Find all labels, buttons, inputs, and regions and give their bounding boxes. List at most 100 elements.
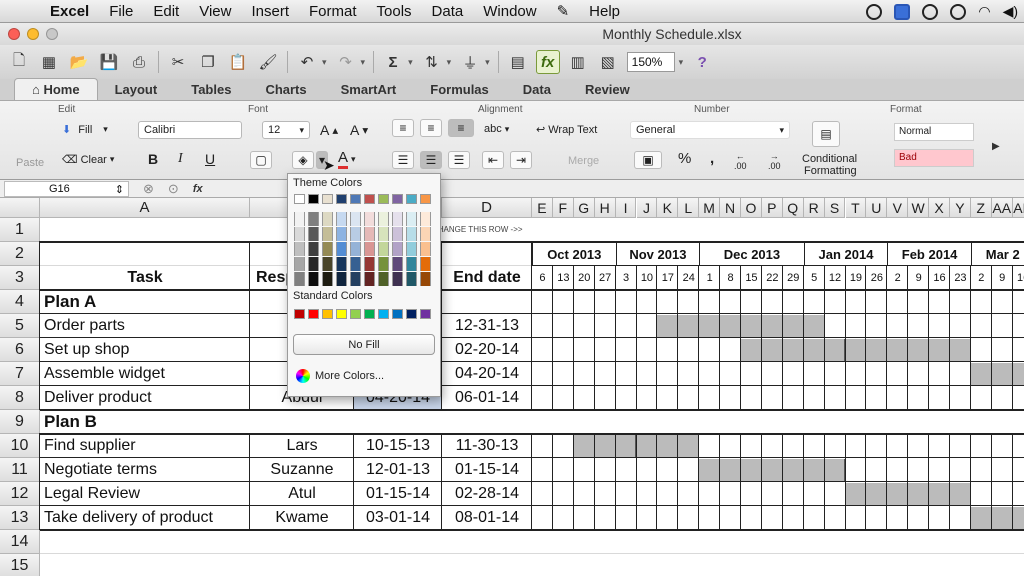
column-header[interactable]: X [929,198,950,218]
theme-shade-swatch[interactable] [420,242,431,256]
column-header[interactable]: W [908,198,930,218]
row-header[interactable]: 6 [0,338,40,362]
undo-dropdown-icon[interactable]: ▾ [322,57,327,68]
column-header[interactable]: K [657,198,679,218]
column-header[interactable]: V [887,198,909,218]
column-header[interactable]: S [824,198,846,218]
name-box[interactable]: G16 ⇕ [4,180,129,197]
row-header[interactable]: 7 [0,362,40,386]
menu-data[interactable]: Data [422,3,474,20]
align-left-icon[interactable]: ☰ [392,151,414,169]
cancel-formula-icon[interactable]: ⊗ [143,181,154,197]
theme-shade-swatch[interactable] [378,212,389,226]
time-machine-icon[interactable] [922,3,939,20]
italic-button[interactable]: I [178,151,183,167]
menu-view[interactable]: View [189,3,241,20]
print-icon[interactable]: ⎙ [127,50,151,74]
decrease-decimal-button[interactable]: → .00 [768,151,781,171]
align-right-icon[interactable]: ☰ [448,151,470,169]
standard-color-swatch[interactable] [308,309,319,319]
currency-icon[interactable]: ▣ [634,151,662,169]
theme-shade-swatch[interactable] [350,242,361,256]
task-name-cell[interactable]: Assemble widget [44,362,165,386]
menu-help[interactable]: Help [579,3,630,20]
standard-color-swatch[interactable] [406,309,417,319]
column-header[interactable]: Z [970,198,992,218]
theme-shade-swatch[interactable] [420,212,431,226]
grow-font-button[interactable]: A ▴ [320,122,338,138]
theme-shade-swatch[interactable] [392,227,403,241]
end-date-cell[interactable]: 12-31-13 [442,314,532,338]
tab-review[interactable]: Review [568,79,647,100]
row-header[interactable]: 4 [0,290,40,314]
theme-shade-swatch[interactable] [364,227,375,241]
theme-shade-swatch[interactable] [392,242,403,256]
standard-color-swatch[interactable] [420,309,431,319]
tab-tables[interactable]: Tables [174,79,248,100]
menu-edit[interactable]: Edit [143,3,189,20]
style-normal[interactable]: Normal [894,123,974,141]
align-middle-icon[interactable]: ≡ [420,119,442,137]
insert-function-button[interactable]: fx [193,183,203,195]
end-date-cell[interactable]: 02-20-14 [442,338,532,362]
standard-color-swatch[interactable] [294,309,305,319]
start-date-cell[interactable]: 12-01-13 [354,458,442,482]
fill-button[interactable]: ⬇ Fill ▾ [62,123,108,137]
toolbox-icon[interactable]: ▥ [566,50,590,74]
no-fill-button[interactable]: No Fill [293,334,435,355]
autosum-dropdown-icon[interactable]: ▾ [408,57,413,68]
theme-shade-swatch[interactable] [294,212,305,226]
tab-charts[interactable]: Charts [248,79,323,100]
theme-shade-swatch[interactable] [378,272,389,286]
start-date-cell[interactable]: 01-15-14 [354,482,442,506]
start-date-cell[interactable]: 03-01-14 [354,506,442,530]
font-name-combo[interactable]: Calibri [138,121,242,139]
select-all-corner[interactable] [0,198,40,218]
theme-color-swatch[interactable] [364,194,375,204]
accept-formula-icon[interactable]: ⊙ [168,181,179,197]
row-header[interactable]: 15 [0,554,40,576]
theme-shade-swatch[interactable] [322,272,333,286]
column-header[interactable]: O [741,198,762,218]
sort-icon[interactable]: ⇅ [420,50,444,74]
borders-icon[interactable]: ▢ [250,151,272,169]
task-name-cell[interactable]: Take delivery of product [44,506,213,530]
styles-more-icon[interactable]: ▶ [992,141,1000,152]
redo-dropdown-icon[interactable]: ▾ [361,57,366,68]
app-tray-icon[interactable] [894,3,911,20]
theme-color-swatch[interactable] [322,194,333,204]
end-date-cell[interactable]: 06-01-14 [442,386,532,410]
theme-color-swatch[interactable] [406,194,417,204]
theme-shade-swatch[interactable] [392,257,403,271]
column-header[interactable]: A [40,198,250,218]
underline-button[interactable]: U [205,151,215,167]
theme-shade-swatch[interactable] [322,257,333,271]
column-header[interactable]: Y [950,198,971,218]
theme-shade-swatch[interactable] [350,227,361,241]
filter-icon[interactable]: ⏚ [458,50,482,74]
theme-shade-swatch[interactable] [336,227,347,241]
sort-dropdown-icon[interactable]: ▾ [447,57,452,68]
conditional-formatting-label-2[interactable]: Formatting [804,165,857,177]
media-browser-icon[interactable]: ▧ [596,50,620,74]
end-date-cell[interactable]: 04-20-14 [442,362,532,386]
column-header[interactable]: J [636,198,658,218]
script-icon[interactable]: ✎ [547,2,580,20]
task-name-cell[interactable]: Deliver product [44,386,152,410]
templates-icon[interactable]: ▦ [37,50,61,74]
theme-shade-swatch[interactable] [308,227,319,241]
theme-shade-swatch[interactable] [392,212,403,226]
end-date-cell[interactable]: 02-28-14 [442,482,532,506]
column-header[interactable]: U [866,198,888,218]
column-header[interactable]: G [573,198,595,218]
tab-data[interactable]: Data [506,79,568,100]
column-header[interactable]: R [803,198,825,218]
theme-shade-swatch[interactable] [378,257,389,271]
theme-shade-swatch[interactable] [308,212,319,226]
menu-tools[interactable]: Tools [367,3,422,20]
open-folder-icon[interactable]: 📂 [67,50,91,74]
theme-shade-swatch[interactable] [378,227,389,241]
theme-shade-swatch[interactable] [308,242,319,256]
row-header[interactable]: 8 [0,386,40,410]
task-name-cell[interactable]: Order parts [44,314,125,338]
